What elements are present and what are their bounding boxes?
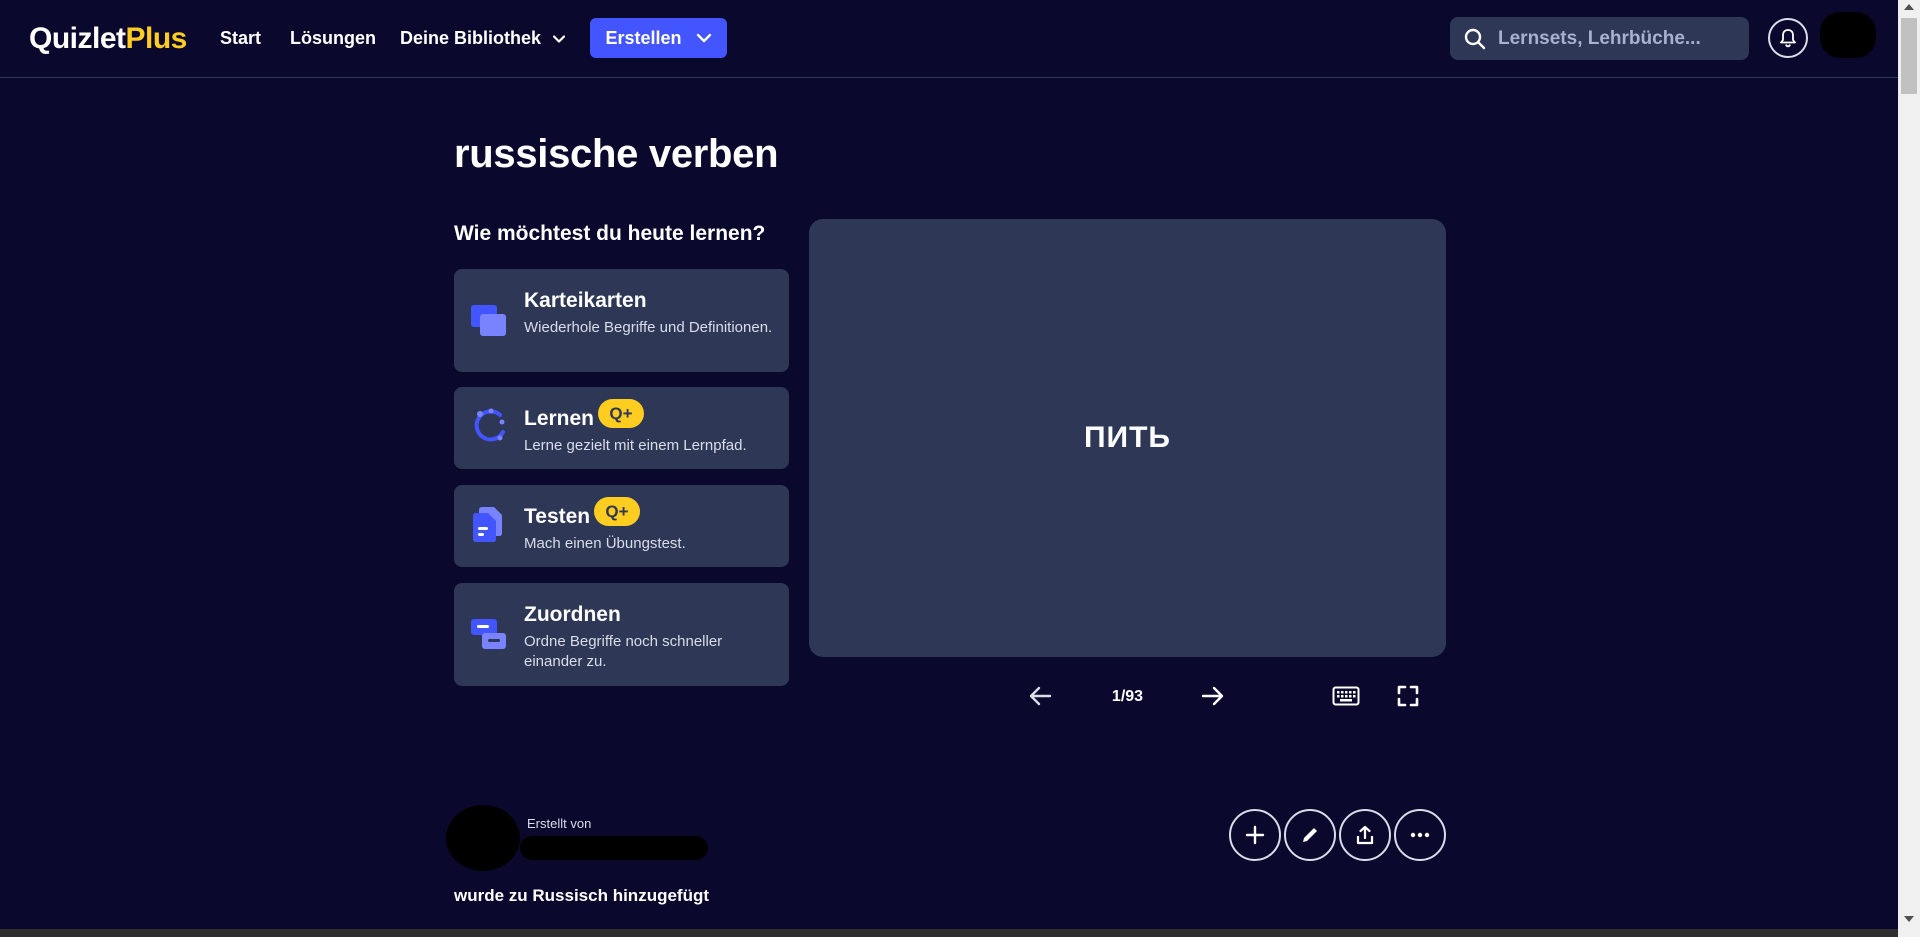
logo-plus-text: Plus [125, 22, 188, 55]
match-icon [471, 619, 506, 649]
mode-card-learn[interactable]: Lernen Q+ Lerne gezielt mit einem Lernpf… [454, 387, 789, 469]
fullscreen-button[interactable] [1390, 681, 1426, 711]
mode-description: Mach einen Übungstest. [524, 535, 686, 552]
added-to-folder-text: wurde zu Russisch hinzugefügt [454, 886, 710, 905]
nav-library-dropdown[interactable]: Deine Bibliothek [400, 28, 566, 49]
search-input[interactable] [1498, 27, 1728, 50]
pencil-icon [1303, 828, 1317, 842]
mode-card-flashcards[interactable]: Karteikarten Wiederhole Begriffe und Def… [454, 269, 789, 372]
notifications-button[interactable] [1768, 18, 1808, 58]
chevron-down-icon [553, 34, 566, 43]
mode-card-match[interactable]: Zuordnen Ordne Begriffe noch schneller e… [454, 583, 789, 686]
more-options-button[interactable] [1394, 809, 1446, 861]
scroll-up-arrow-icon[interactable] [1904, 4, 1914, 10]
page-scrollbar[interactable] [1898, 0, 1920, 937]
creator-name-redacted[interactable] [520, 836, 708, 860]
creator-avatar[interactable] [446, 805, 520, 871]
mode-description: Ordne Begriffe noch schneller einander z… [524, 633, 723, 670]
edit-button[interactable] [1284, 809, 1336, 861]
search-box[interactable] [1450, 17, 1749, 60]
top-navigation-bar: QuizletPlus Start Lösungen Deine Bibliot… [0, 0, 1898, 78]
mode-name: Karteikarten [524, 289, 647, 312]
previous-card-button[interactable] [1022, 681, 1058, 711]
mode-description: Lerne gezielt mit einem Lernpfad. [524, 437, 747, 454]
create-button-label: Erstellen [605, 27, 682, 48]
add-button[interactable] [1229, 809, 1281, 861]
quizlet-plus-badge: Q+ [594, 497, 640, 526]
arrow-right-icon [1201, 686, 1224, 706]
scroll-down-arrow-icon[interactable] [1904, 916, 1914, 922]
mode-description: Wiederhole Begriffe und Definitionen. [524, 319, 773, 336]
mode-name: Lernen [524, 407, 595, 430]
keyboard-icon [1332, 686, 1360, 706]
search-icon [1464, 28, 1486, 49]
quizlet-plus-logo[interactable]: QuizletPlus [29, 22, 187, 56]
more-horizontal-icon [1410, 832, 1430, 838]
share-icon [1356, 825, 1374, 845]
keyboard-shortcuts-button[interactable] [1328, 681, 1364, 711]
mode-card-test[interactable]: Testen Q+ Mach einen Übungstest. [454, 485, 789, 567]
bottom-window-edge [0, 929, 1898, 937]
chevron-down-icon [696, 33, 711, 43]
user-avatar[interactable] [1820, 12, 1876, 58]
flashcard-term: ПИТЬ [1083, 421, 1171, 454]
fullscreen-icon [1397, 685, 1419, 707]
create-button[interactable]: Erstellen [590, 18, 727, 58]
nav-start-link[interactable]: Start [220, 28, 261, 49]
next-card-button[interactable] [1195, 681, 1231, 711]
arrow-left-icon [1029, 686, 1052, 706]
learn-icon [474, 408, 505, 442]
mode-name: Testen [524, 505, 591, 528]
test-icon [473, 507, 502, 542]
nav-solutions-link[interactable]: Lösungen [290, 28, 376, 49]
quizlet-plus-badge: Q+ [598, 399, 644, 428]
card-counter: 1/93 [1111, 688, 1144, 705]
scrollbar-thumb[interactable] [1901, 18, 1917, 94]
page-title: russische verben [454, 132, 779, 176]
created-by-label: Erstellt von [527, 816, 592, 831]
cards-icon [471, 305, 506, 336]
share-button[interactable] [1339, 809, 1391, 861]
nav-library-label: Deine Bibliothek [400, 28, 542, 48]
logo-text: Quizlet [29, 22, 126, 55]
study-mode-heading: Wie möchtest du heute lernen? [454, 222, 766, 245]
flashcard[interactable]: ПИТЬ [809, 219, 1446, 657]
bell-icon [1780, 29, 1796, 48]
mode-name: Zuordnen [524, 603, 621, 626]
plus-icon [1245, 825, 1265, 845]
